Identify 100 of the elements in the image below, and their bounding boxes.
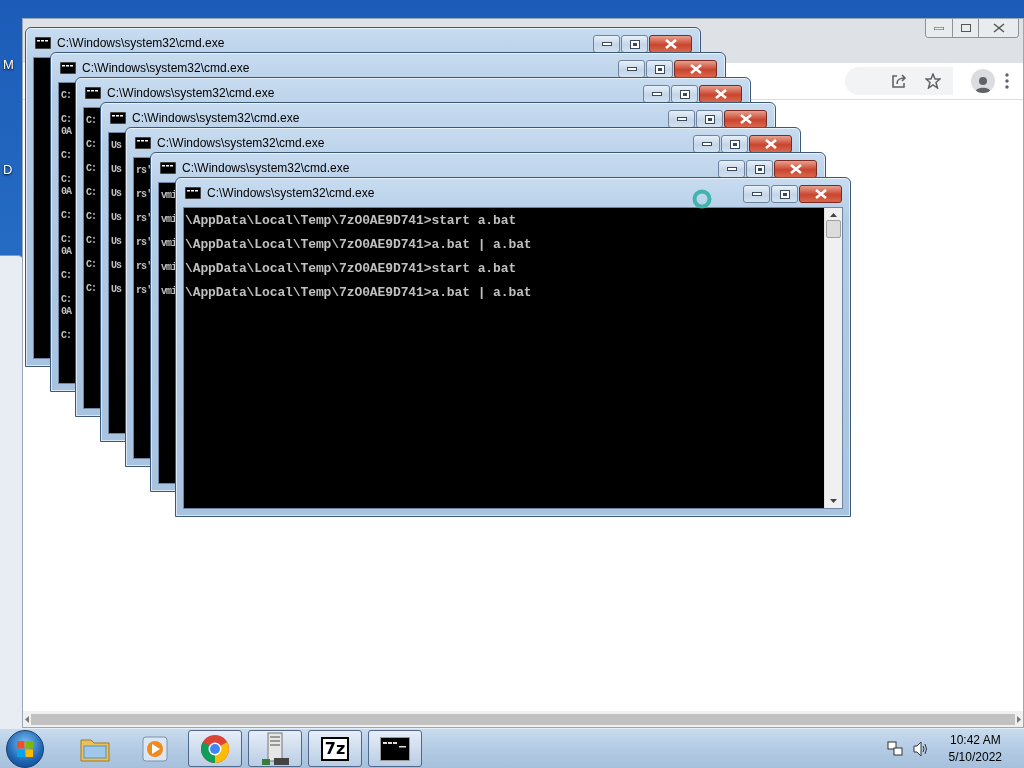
window-title: C:\Windows\system32\cmd.exe	[182, 160, 350, 175]
close-button[interactable]	[978, 19, 1018, 37]
minimize-button[interactable]	[693, 135, 720, 153]
scroll-thumb[interactable]	[826, 220, 841, 238]
clock-time: 10:42 AM	[949, 731, 1001, 749]
share-button[interactable]	[891, 73, 907, 89]
scroll-thumb[interactable]	[31, 713, 1015, 725]
taskbar-button[interactable]	[248, 730, 302, 767]
window-title: C:\Windows\system32\cmd.exe	[107, 85, 275, 100]
console-line: C:	[86, 235, 97, 247]
horizontal-scrollbar[interactable]	[23, 711, 1023, 727]
close-button[interactable]	[649, 35, 692, 53]
close-icon	[689, 64, 702, 74]
console-line: C:	[86, 259, 97, 271]
maximize-button[interactable]	[771, 185, 798, 203]
console-line: 0A	[61, 306, 72, 318]
console-line: C:	[61, 234, 72, 246]
scroll-down-icon	[830, 499, 837, 503]
archiver-icon: 7z	[321, 736, 349, 761]
close-button[interactable]	[674, 60, 717, 78]
media-player-icon	[142, 735, 168, 762]
bookmark-button[interactable]	[925, 73, 941, 89]
maximize-button[interactable]	[646, 60, 673, 78]
start-button[interactable]	[6, 729, 44, 768]
close-button[interactable]	[799, 185, 842, 203]
taskbar-button[interactable]	[368, 730, 422, 767]
window-title: C:\Windows\system32\cmd.exe	[57, 35, 225, 50]
cmd-window[interactable]	[175, 177, 851, 517]
console-line: C:	[86, 139, 97, 151]
minimize-button[interactable]	[593, 35, 620, 53]
minimize-icon	[601, 42, 612, 46]
address-bar[interactable]	[845, 67, 953, 95]
clock-date: 5/10/2022	[948, 748, 1002, 766]
console-line: 0A	[61, 186, 72, 198]
console-line: Us	[111, 164, 122, 176]
scrollbar[interactable]	[824, 208, 842, 508]
close-icon	[764, 139, 777, 149]
maximize-button[interactable]	[746, 160, 773, 178]
console-line: rs'	[136, 261, 152, 273]
close-icon	[739, 114, 752, 124]
profile-button[interactable]	[971, 69, 995, 93]
console-line: C:	[61, 270, 72, 282]
console-line: C:	[61, 90, 72, 102]
star-icon	[925, 73, 941, 89]
console-line: rs'	[136, 285, 152, 297]
menu-button[interactable]	[1005, 73, 1009, 89]
network-icon	[886, 740, 903, 757]
share-icon	[891, 73, 907, 89]
maximize-button[interactable]	[721, 135, 748, 153]
console-line: \AppData\Local\Temp\7zO0AE9D741>a.bat | a.bat	[185, 287, 532, 299]
minimize-button[interactable]	[618, 60, 645, 78]
maximize-button[interactable]	[696, 110, 723, 128]
console-line: vmi	[161, 262, 177, 274]
console-line: C:	[86, 163, 97, 175]
maximize-icon	[729, 139, 740, 149]
taskbar-button[interactable]: 7z	[308, 730, 362, 767]
maximize-button[interactable]	[671, 85, 698, 103]
console-line: C:	[61, 210, 72, 222]
console-line: C:	[86, 187, 97, 199]
window-title: C:\Windows\system32\cmd.exe	[82, 60, 250, 75]
minimize-button[interactable]	[718, 160, 745, 178]
console-line: C:	[86, 211, 97, 223]
minimize-icon	[651, 92, 662, 96]
window-title: C:\Windows\system32\cmd.exe	[207, 185, 375, 200]
console-line: Us	[111, 260, 122, 272]
minimize-button[interactable]	[668, 110, 695, 128]
console-line: vmi	[161, 238, 177, 250]
console-line: vmi	[161, 190, 177, 202]
console-icon	[60, 61, 76, 74]
maximize-icon	[704, 114, 715, 124]
console-line: \AppData\Local\Temp\7zO0AE9D741>start a.bat	[185, 215, 517, 227]
person-icon	[975, 75, 991, 93]
console-line: C:	[61, 150, 72, 162]
desktop-icon-label: M	[3, 57, 14, 72]
console-icon	[185, 186, 201, 199]
console-line: C:	[86, 115, 97, 127]
close-button[interactable]	[699, 85, 742, 103]
minimize-icon	[676, 117, 687, 121]
server-icon	[260, 731, 290, 766]
console-line: C:	[61, 294, 72, 306]
maximize-icon	[960, 24, 971, 32]
maximize-button[interactable]	[621, 35, 648, 53]
minimize-button[interactable]	[643, 85, 670, 103]
console-line: C:	[61, 114, 72, 126]
console-icon	[160, 161, 176, 174]
maximize-button[interactable]	[952, 19, 978, 37]
console-line: rs'	[136, 237, 152, 249]
console-line: Us	[111, 236, 122, 248]
console-line: vmi	[161, 286, 177, 298]
maximize-icon	[679, 89, 690, 99]
console-line: 0A	[61, 126, 72, 138]
console-icon	[35, 36, 51, 49]
speaker-icon	[912, 740, 929, 757]
close-button[interactable]	[724, 110, 767, 128]
close-button[interactable]	[749, 135, 792, 153]
console-line: Us	[111, 284, 122, 296]
minimize-icon	[701, 142, 712, 146]
maximize-icon	[629, 39, 640, 49]
close-button[interactable]	[774, 160, 817, 178]
minimize-button[interactable]	[743, 185, 770, 203]
